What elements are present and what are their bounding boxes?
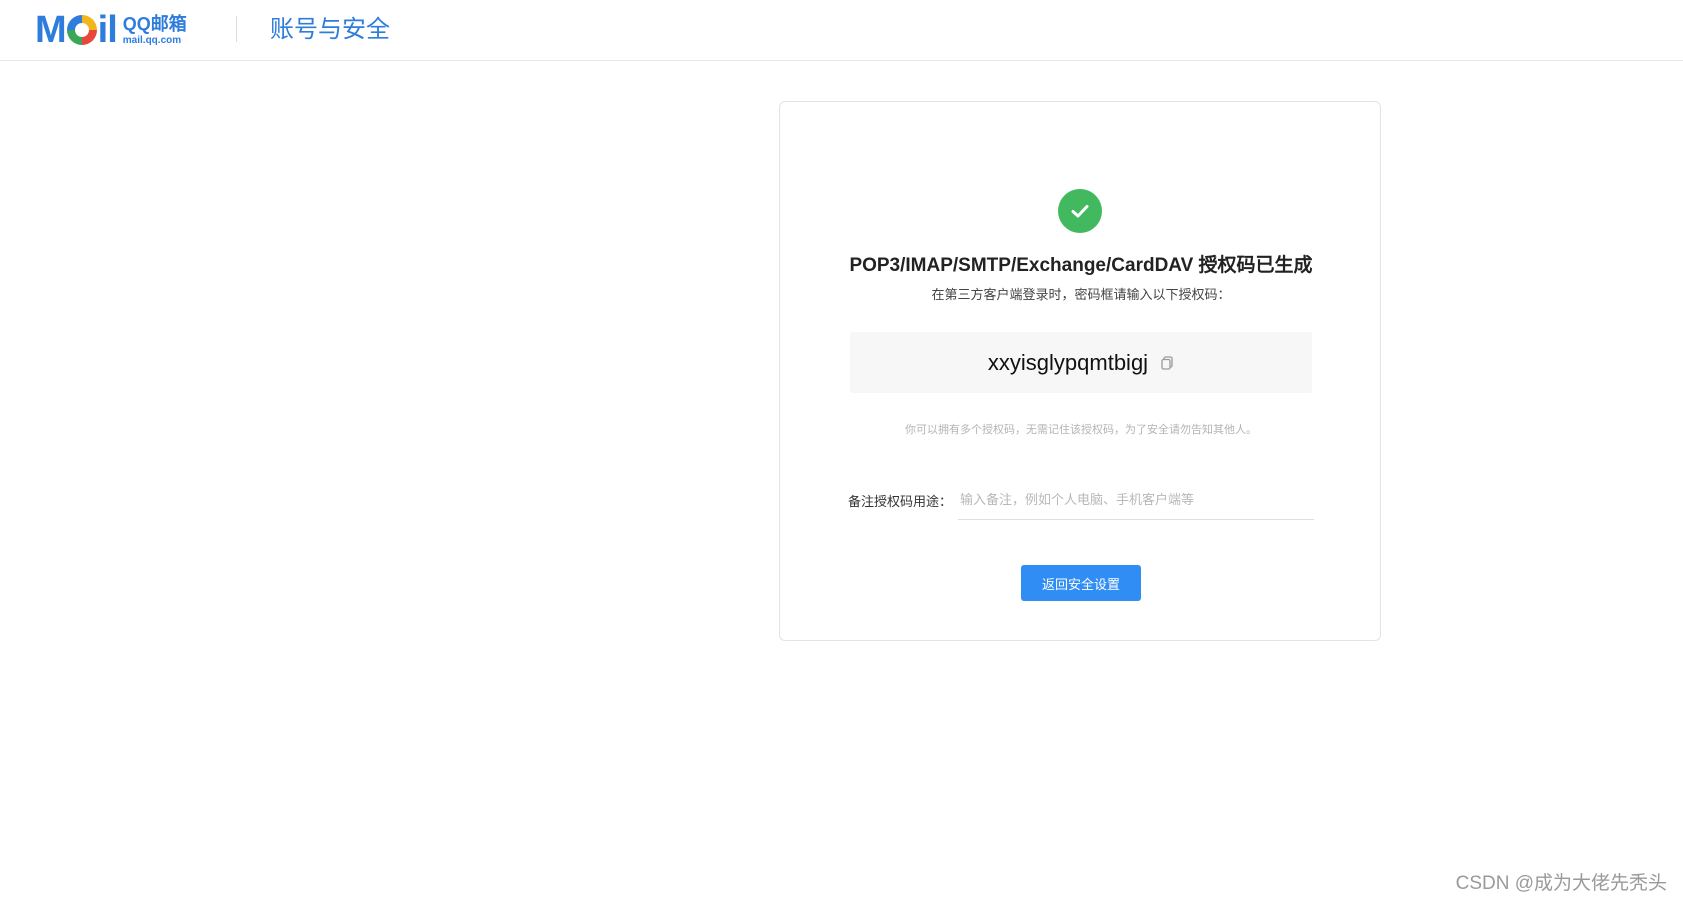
logo-domain: mail.qq.com (122, 34, 182, 46)
auth-code-hint: 你可以拥有多个授权码，无需记住该授权码，为了安全请勿告知其他人。 (905, 424, 1257, 436)
logo-wordmark: Mil (35, 9, 118, 51)
back-to-security-button[interactable]: 返回安全设置 (1021, 565, 1141, 601)
top-header: Mil QQ邮箱 mail.qq.com 账号与安全 (0, 0, 1683, 61)
header-divider (236, 16, 237, 42)
logo-ring-icon (66, 15, 97, 45)
auth-code-value[interactable]: xxyisglypqmtbigj (988, 349, 1148, 377)
logo-side-text: QQ邮箱 mail.qq.com (123, 15, 187, 46)
check-circle-icon (1058, 189, 1102, 233)
note-input[interactable] (958, 480, 1314, 520)
auth-code-box: xxyisglypqmtbigj (850, 332, 1312, 393)
checkmark-icon (1071, 205, 1089, 218)
copy-icon[interactable] (1160, 355, 1174, 370)
page-title: 账号与安全 (270, 16, 390, 43)
auth-code-card: POP3/IMAP/SMTP/Exchange/CardDAV 授权码已生成 在… (779, 101, 1381, 641)
card-title: POP3/IMAP/SMTP/Exchange/CardDAV 授权码已生成 (849, 255, 1313, 276)
card-subtitle: 在第三方客户端登录时，密码框请输入以下授权码： (931, 287, 1231, 302)
note-label: 备注授权码用途： (848, 493, 953, 509)
logo-brand: QQ邮箱 (122, 13, 187, 34)
note-row: 备注授权码用途： (848, 480, 1314, 520)
qq-mail-logo[interactable]: Mil QQ邮箱 mail.qq.com (35, 9, 187, 51)
csdn-watermark: CSDN @成为大佬先秃头 (1455, 873, 1667, 894)
